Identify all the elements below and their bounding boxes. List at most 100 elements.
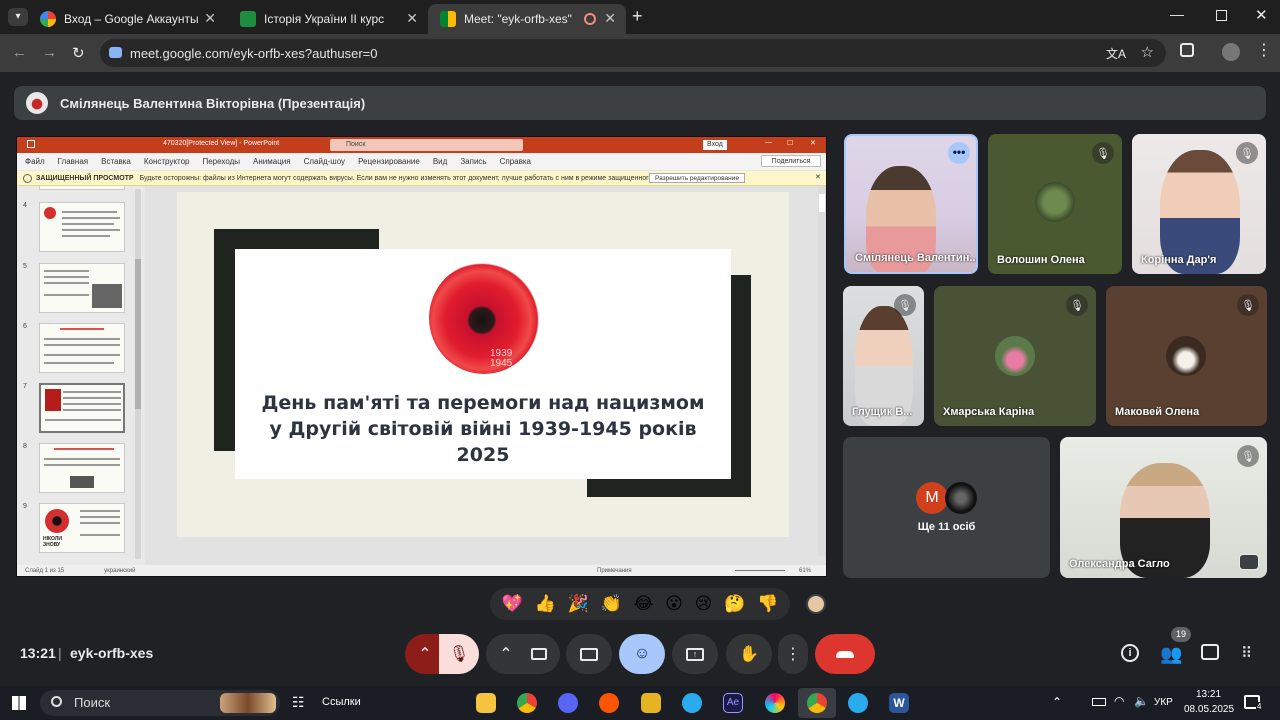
tab-meet[interactable]: Meet: "eyk-orfb-xes" ✕ [428,4,626,34]
participant-tile[interactable]: ••• Смілянець Валентин... [844,134,978,274]
minimize-window-icon[interactable]: — [1170,6,1184,22]
more-options-button[interactable]: ••• [948,142,970,164]
wifi-icon[interactable]: ◠ [1114,694,1124,708]
chrome-icon[interactable] [517,693,537,713]
canvas-vertical-scrollbar[interactable] [818,186,826,556]
telegram-2-icon[interactable] [848,693,868,713]
slide-thumbnail-selected[interactable] [39,383,125,433]
windows-start-icon[interactable] [12,696,26,710]
taskbar-search-box[interactable]: Поиск [40,690,280,716]
reaction-clap[interactable]: 👏 [601,594,622,614]
slide-thumbnail[interactable] [39,443,125,493]
ppt-menu-view[interactable]: Вид [433,157,447,166]
menu-kebab-icon[interactable]: ⋮ [1256,40,1272,60]
ppt-menu-record[interactable]: Запись [460,157,486,166]
close-tab-icon[interactable]: ✕ [604,10,616,27]
slide-thumbnail[interactable] [39,202,125,252]
participant-tile[interactable]: 🎙 Корінна Дар'я [1132,134,1266,274]
translate-icon[interactable]: 文A [1106,45,1126,62]
people-icon[interactable]: 👥 [1160,644,1182,665]
forward-icon[interactable]: → [42,44,57,61]
soundcloud-icon[interactable] [599,693,619,713]
participant-tile[interactable]: 🎙 Олександра Сагло [1060,437,1267,578]
app-icon[interactable] [641,693,661,713]
captions-button[interactable] [566,634,612,674]
ppt-signin-button[interactable]: Вход [703,140,727,150]
back-icon[interactable]: ← [12,44,27,61]
chat-icon[interactable] [1201,644,1219,660]
tray-chevron-icon[interactable]: ⌃ [1052,695,1062,709]
ppt-minimize-icon[interactable]: — [765,139,772,146]
close-window-icon[interactable]: ✕ [1255,6,1268,24]
widgets-icon[interactable]: ☷ [292,694,305,711]
reload-icon[interactable]: ↻ [72,44,85,62]
ppt-search-box[interactable]: Поиск [330,139,523,151]
tab-classroom[interactable]: Історія України ІІ курс ✕ [228,4,428,34]
reaction-surprised[interactable]: 😮 [665,594,683,614]
camera-toggle-button[interactable] [518,634,560,674]
ppt-menu-transitions[interactable]: Переходы [202,157,240,166]
url-field[interactable]: meet.google.com/eyk-orfb-xes?authuser=0 … [100,39,1166,67]
zoom-level[interactable]: 61% [799,568,811,574]
ppt-menu-design[interactable]: Конструктор [144,157,190,166]
reaction-laugh[interactable]: 😂 [633,594,653,614]
close-tab-icon[interactable]: ✕ [204,10,216,27]
ppt-menu-review[interactable]: Рецензирование [358,157,420,166]
clock-time[interactable]: 13:21 [1196,689,1221,700]
participant-tile[interactable]: 🎙 Волошин Олена [988,134,1122,274]
close-tab-icon[interactable]: ✕ [406,10,418,27]
slide-thumbnail[interactable] [39,186,125,190]
more-participants-tile[interactable]: M Ще 11 осіб [843,437,1050,578]
extensions-icon[interactable] [1180,43,1194,57]
chrome-active-icon[interactable] [807,693,827,713]
language-indicator[interactable]: УКР [1154,697,1173,708]
maximize-window-icon[interactable] [1216,10,1227,21]
raise-hand-button[interactable]: ✋ [726,634,772,674]
slide-thumbnail[interactable] [39,323,125,373]
activities-icon[interactable]: ⠿ [1241,644,1252,662]
present-screen-button[interactable]: ↑ [672,634,718,674]
participant-tile[interactable]: 🎙 Хмарська Каріна [934,286,1096,426]
ppt-menu-home[interactable]: Главная [58,157,88,166]
file-explorer-icon[interactable] [476,693,496,713]
word-icon[interactable]: W [889,693,909,713]
telegram-icon[interactable] [682,693,702,713]
slide-thumbnail[interactable]: НІКОЛИ ЗНОВУ [39,503,125,553]
bookmark-star-icon[interactable]: ☆ [1141,43,1154,61]
reaction-sparkling-heart[interactable]: 💖 [502,594,523,614]
reaction-thumbs-down[interactable]: 👎 [757,594,778,614]
battery-icon[interactable] [1092,698,1106,706]
thumbnail-scrollbar[interactable] [135,189,141,559]
close-warning-icon[interactable]: ✕ [815,173,821,181]
discord-icon[interactable] [558,693,578,713]
tab-search-button[interactable]: ▾ [8,8,28,26]
ppt-menu-slideshow[interactable]: Слайд-шоу [304,157,345,166]
taskbar-links[interactable]: Ссылки [322,696,361,708]
meeting-info-icon[interactable]: i [1121,644,1139,662]
enable-editing-button[interactable]: Разрешить редактирование [649,173,745,183]
reaction-sad[interactable]: 😢 [695,594,713,614]
after-effects-icon[interactable]: Ae [723,693,743,713]
emoji-reactions-button[interactable]: ☺ [619,634,665,674]
ppt-menu-file[interactable]: Файл [25,157,45,166]
leave-call-button[interactable] [815,634,875,674]
participant-tile[interactable]: 🎙 Маковей Олена [1106,286,1267,426]
tab-google-accounts[interactable]: Вход – Google Аккаунты ✕ [28,4,226,34]
clock-date[interactable]: 08.05.2025 [1184,704,1234,715]
mic-toggle-button[interactable]: 🎙 [439,634,479,674]
notes-toggle[interactable]: Примечания [597,568,632,574]
zoom-slider[interactable] [735,570,785,571]
ppt-menu-help[interactable]: Справка [500,157,531,166]
new-tab-button[interactable]: + [632,6,643,27]
slide-thumbnail[interactable] [39,263,125,313]
pip-icon[interactable] [1239,554,1259,570]
reaction-thinking[interactable]: 🤔 [724,594,745,614]
reaction-thumbs-up[interactable]: 👍 [535,594,556,614]
profile-avatar[interactable] [1222,43,1240,61]
app-colorful-icon[interactable] [765,693,785,713]
more-options-button[interactable]: ⋮ [778,634,808,674]
reaction-party[interactable]: 🎉 [568,594,589,614]
skin-tone-button[interactable] [806,594,826,614]
ppt-maximize-icon[interactable]: ☐ [787,139,793,147]
ppt-share-button[interactable]: Поделиться [761,155,821,167]
